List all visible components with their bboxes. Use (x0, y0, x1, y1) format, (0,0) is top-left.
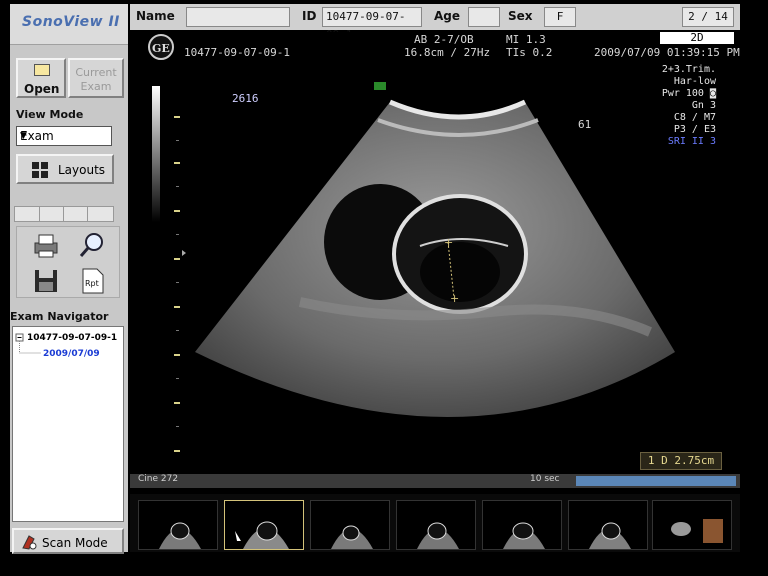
param-line: 2+3.Trim. (661, 64, 716, 75)
measure-marker-top[interactable]: + (444, 236, 453, 249)
param-line: Har-low (673, 76, 716, 87)
cine-progress[interactable] (576, 476, 736, 486)
cine-bar[interactable]: Cine 272 10 sec (130, 474, 740, 488)
navigator-exam-date[interactable]: 2009/07/09 (43, 349, 100, 359)
age-label: Age (434, 9, 461, 23)
scan-parameters: 2+3.Trim. Har-low Pwr 100 ◙ Gn 3 C8 / M7… (616, 64, 716, 148)
id-field[interactable]: 10477-09-07-09-1 (322, 7, 422, 41)
cine-time: 10 sec (530, 474, 560, 484)
tool-panel: Rpt (16, 226, 120, 298)
app-logo: SonoView II (10, 4, 128, 45)
id-label: ID (302, 9, 317, 23)
param-line: C8 / M7 (673, 112, 716, 123)
sex-field[interactable]: F (544, 7, 576, 27)
thumbnail[interactable] (138, 500, 218, 550)
open-button[interactable]: Open (16, 58, 66, 98)
exam-navigator: 10477-09-07-09-1 2009/07/09 (12, 326, 124, 522)
view-mode-title: View Mode (16, 108, 84, 121)
overlay-left-number: 2616 (232, 92, 259, 105)
page-counter: 2 / 14 (682, 7, 734, 27)
patient-info-bar: Name ID 10477-09-07-09-1 Age Sex F 2 / 1… (130, 4, 740, 41)
tool-tab-strip[interactable] (14, 206, 114, 222)
thumbnail[interactable] (310, 500, 390, 550)
probe-hand-icon (22, 535, 37, 550)
left-panel: SonoView II Open Current Exam View Mode … (10, 4, 128, 554)
navigator-exam-id[interactable]: 10477-09-07-09-1 (27, 333, 117, 343)
param-line: P3 / E3 (673, 124, 716, 135)
thumbnail-strip (130, 494, 740, 552)
name-field[interactable] (186, 7, 290, 27)
age-field[interactable] (468, 7, 500, 27)
chevron-down-icon: ▼ (20, 131, 27, 141)
svg-text:Rpt: Rpt (85, 279, 99, 288)
param-line: Pwr 100 ◙ (661, 88, 716, 99)
magnifier-icon[interactable] (77, 231, 107, 259)
ultrasound-image-area[interactable]: GE 10477-09-07-09-1 AB 2-7/OB 16.8cm / 2… (130, 32, 740, 472)
save-disk-icon[interactable] (31, 267, 61, 295)
overlay-right-number: 61 (578, 118, 592, 131)
sex-label: Sex (508, 9, 533, 23)
current-exam-button[interactable]: Current Exam (68, 58, 124, 98)
cine-label: Cine 272 (138, 474, 179, 484)
param-line: Gn 3 (691, 100, 716, 111)
exam-navigator-title: Exam Navigator (10, 310, 109, 323)
measurement-readout: 1 D 2.75cm (640, 452, 722, 470)
folder-icon (34, 64, 50, 76)
layouts-button[interactable]: Layouts (16, 154, 114, 184)
name-label: Name (136, 9, 175, 23)
report-icon[interactable]: Rpt (77, 267, 107, 295)
layout-grid-icon (32, 162, 48, 178)
thumbnail[interactable] (396, 500, 476, 550)
print-icon[interactable] (31, 231, 61, 259)
thumbnail[interactable] (482, 500, 562, 550)
thumbnail[interactable] (652, 500, 732, 550)
thumbnail-selected[interactable] (224, 500, 304, 550)
thumbnail[interactable] (568, 500, 648, 550)
measure-marker-bottom[interactable]: + (450, 292, 459, 305)
view-mode-select[interactable]: Exam ▼ (16, 126, 112, 146)
scan-mode-button[interactable]: Scan Mode (12, 528, 124, 554)
param-line: SRI II 3 (667, 136, 716, 147)
